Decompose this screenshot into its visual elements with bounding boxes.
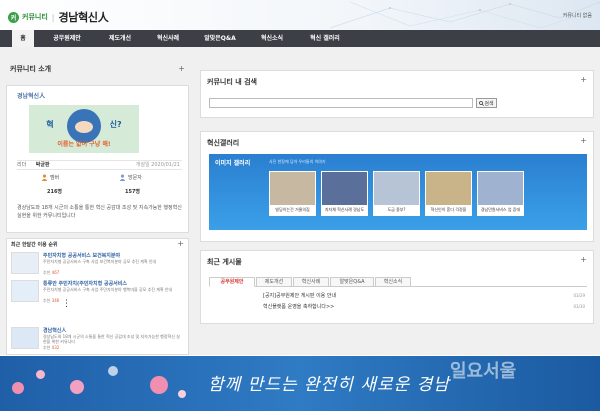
- leader-value: 박균판: [35, 162, 50, 168]
- intro-heading-bar: 커뮤니티 소개 +: [6, 62, 189, 76]
- logo-separator: |: [51, 12, 55, 22]
- flower-icon: [178, 390, 186, 398]
- posts-plus-icon[interactable]: +: [580, 255, 587, 264]
- image-caption: 이름는 없어 구냥 해!: [57, 141, 111, 148]
- banner-slogan: 함께 만드는 완전히 새로운 경남: [208, 375, 450, 395]
- search-section-title: 커뮤니티 내 검색: [207, 78, 257, 86]
- ranking-item[interactable]: 통류안 주민자치(주민자치형 공공서비스 주민자치형 공공서비스 구축 사업 주…: [11, 278, 187, 304]
- header: 커 커뮤니티 | 경남혁신人 커뮤니티 없음: [0, 0, 600, 30]
- tab-qna[interactable]: 알맞은Q&A: [330, 277, 374, 287]
- post-item[interactable]: [공지]공무원제안 게시판 이용 안내: [263, 292, 336, 299]
- nav-innovation-gallery[interactable]: 혁신 갤러리: [300, 30, 350, 47]
- post-item[interactable]: 혁신플랫폼 운영을 축하합니다>>: [263, 303, 334, 310]
- ranking-item[interactable]: 주민자치형 공공서비스 보건복지분야 주민자치형 공공서비스 구축 사업 보건복…: [11, 250, 187, 276]
- tab-proposal[interactable]: 공무원제안: [209, 277, 255, 287]
- recent-ranking-box: 최근 한달간 이용 순위 + 주민자치형 공공서비스 보건복지분야 주민자치형 …: [6, 238, 189, 355]
- person-icon: [41, 174, 48, 181]
- site-title: 경남혁신人: [58, 11, 109, 24]
- tab-innovation-news[interactable]: 혁신소식: [375, 277, 411, 287]
- leader-row: 리더 박균판 개설일 2020/01/21: [17, 160, 182, 170]
- community-logo-icon: 커: [8, 11, 19, 23]
- ranking-thumbnail: [11, 252, 39, 274]
- gallery-subtitle: 사진 한장에 담아 우리들의 이야기: [269, 159, 326, 164]
- recent-ranking-title: 최근 한달간 이용 순위: [11, 242, 58, 248]
- ranking-item-title: 주민자치형 공공서비스 보건복지분야: [43, 253, 121, 259]
- gallery-thumbnail[interactable]: 혁신인이 혼다 걱정을: [425, 171, 472, 216]
- tab-system-improvement[interactable]: 제도개선: [256, 277, 292, 287]
- watermark: 일요서울: [450, 361, 517, 382]
- logo[interactable]: 커 커뮤니티 | 경남혁신人: [8, 9, 109, 25]
- nav-innovation-news[interactable]: 혁신소식: [252, 30, 292, 47]
- flower-icon: [12, 382, 24, 394]
- gallery-thumbnail[interactable]: 지자체 혁신사례 경남도: [321, 171, 368, 216]
- nav-qna[interactable]: 알맞은Q&A: [196, 30, 244, 47]
- post-date: 03/29: [573, 293, 585, 298]
- visitor-stat-label: 방문자: [119, 174, 142, 181]
- recent-plus-icon[interactable]: +: [177, 239, 184, 248]
- gallery-label: 이미지 갤러리: [215, 160, 251, 167]
- nav-proposal[interactable]: 공무원제안: [42, 30, 92, 47]
- nav-innovation-cases[interactable]: 혁신사례: [148, 30, 188, 47]
- ranking-item-title: 경남혁신人: [43, 328, 67, 334]
- recent-posts-box: 최근 게시물 + 공무원제안 제도개선 혁신사례 알맞은Q&A 혁신소식 [공지…: [200, 250, 594, 324]
- gallery-thumbnail[interactable]: 도금 중부?: [373, 171, 420, 216]
- member-count: 216명: [47, 189, 63, 195]
- innovation-gallery-box: 혁신갤러리 + 이미지 갤러리 사진 한장에 담아 우리들의 이야기 빌딩이는건…: [200, 131, 594, 242]
- search-button[interactable]: 검색: [476, 98, 497, 108]
- flower-icon: [150, 376, 168, 394]
- community-none-link[interactable]: 커뮤니티 없음: [563, 12, 592, 19]
- ranking-item-desc: 경상남도와 18개 시군의 소통을 통한 혁신 공감대 조성 및 지속가능한 행…: [43, 334, 180, 344]
- community-mascot-image: 혁 신? 이름는 없어 구냥 해!: [29, 105, 139, 153]
- ranking-item-title: 통류안 주민자치(주민자치형 공공서비스: [43, 281, 127, 287]
- nav-system-improvement[interactable]: 제도개선: [100, 30, 140, 47]
- community-intro-card: 경남혁신人 혁 신? 이름는 없어 구냥 해! 리더 박균판 개설일 2020/0…: [6, 85, 189, 233]
- visitor-icon: [119, 174, 126, 181]
- recent-posts-title: 최근 게시물: [207, 258, 242, 266]
- leader-key: 리더: [17, 162, 27, 168]
- gallery-strip: 이미지 갤러리 사진 한장에 담아 우리들의 이야기 빌딩이는건 거물의집 지자…: [209, 154, 587, 230]
- flower-icon: [70, 380, 84, 394]
- intro-section-title: 커뮤니티 소개: [10, 65, 52, 73]
- gallery-thumbnail[interactable]: 경남민원서비스 업 증대: [477, 171, 524, 216]
- image-text-left: 혁: [46, 120, 54, 129]
- ranking-item-meta: 추천 467: [43, 270, 60, 275]
- logo-label: 커뮤니티: [22, 13, 48, 21]
- flower-icon: [36, 370, 45, 379]
- gallery-plus-icon[interactable]: +: [580, 136, 587, 145]
- more-dots-icon: ⋮: [62, 299, 71, 309]
- main-nav: 홈 공무원제안 제도개선 혁신사례 알맞은Q&A 혁신소식 혁신 갤러리: [0, 30, 600, 47]
- community-search-input[interactable]: [209, 98, 473, 108]
- nav-home[interactable]: 홈: [12, 30, 34, 47]
- ranking-item-meta: 추천 432: [43, 345, 60, 350]
- ranking-thumbnail: [11, 327, 39, 349]
- image-text-right: 신?: [109, 120, 122, 129]
- intro-plus-icon[interactable]: +: [178, 62, 185, 76]
- tab-innovation-cases[interactable]: 혁신사례: [293, 277, 329, 287]
- search-plus-icon[interactable]: +: [580, 75, 587, 84]
- flower-icon: [108, 366, 118, 376]
- ranking-item-desc: 주민자치형 공공서비스 구축 사업 주민자치분야 행복마을 공모 추진 계획 안…: [43, 287, 173, 292]
- created-date: 개설일 2020/01/21: [135, 162, 180, 168]
- post-tabs: 공무원제안 제도개선 혁신사례 알맞은Q&A 혁신소식: [209, 277, 587, 287]
- ranking-item[interactable]: 경남혁신人 경상남도와 18개 시군의 소통을 통한 혁신 공감대 조성 및 지…: [11, 325, 187, 351]
- ranking-item-meta: 추천 346: [43, 298, 60, 303]
- gallery-thumbnail[interactable]: 빌딩이는건 거물의집: [269, 171, 316, 216]
- ranking-item-desc: 주민자치형 공공서비스 구축 사업 보건복지분야 공모 추진 계획 안내: [43, 259, 157, 264]
- gallery-section-title: 혁신갤러리: [207, 139, 240, 147]
- community-description: 경상남도와 18개 시군의 소통을 통한 혁신 공감대 조성 및 지속가능한 행…: [17, 205, 182, 219]
- member-stat-label: 멤버: [41, 174, 59, 181]
- post-date: 03/30: [573, 304, 585, 309]
- community-search-box: 커뮤니티 내 검색 + 검색: [200, 70, 594, 118]
- ranking-thumbnail: [11, 280, 39, 302]
- visitor-count: 157명: [125, 189, 141, 195]
- header-decoration: [330, 1, 600, 29]
- community-name[interactable]: 경남혁신人: [17, 91, 45, 100]
